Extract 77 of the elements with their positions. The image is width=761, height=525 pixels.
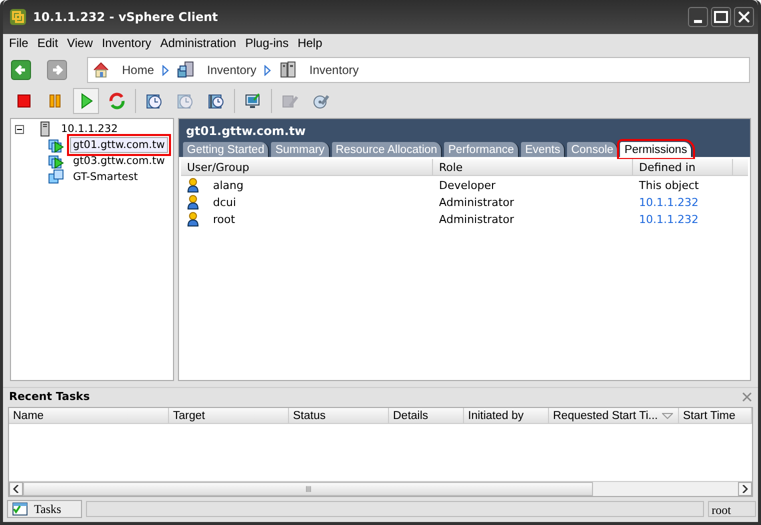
close-button[interactable] <box>734 7 754 27</box>
user-label: root <box>708 501 756 517</box>
column-header[interactable]: Requested Start Ti... <box>549 408 679 423</box>
column-header[interactable]: User/Group <box>181 159 433 176</box>
sort-icon <box>662 412 673 418</box>
server-icon <box>177 61 196 79</box>
column-header[interactable]: Status <box>289 408 389 423</box>
virtual-machine-icon <box>48 153 64 169</box>
table-cell-text: This object <box>638 179 700 192</box>
scroll-left-button[interactable] <box>9 482 23 496</box>
virtual-machine-icon <box>48 137 64 153</box>
stop-icon <box>15 92 33 110</box>
minimize-button[interactable] <box>688 7 708 27</box>
link[interactable]: 10.1.1.232 <box>633 213 733 226</box>
menu-item[interactable]: Edit <box>37 36 58 50</box>
clock-icon <box>176 92 194 110</box>
disc-icon <box>312 92 330 110</box>
table-cell: alang <box>213 179 244 192</box>
clock-icon <box>145 92 163 110</box>
column-header[interactable]: Defined in <box>633 159 733 176</box>
tree-item[interactable]: gt03.gttw.com.tw <box>70 153 168 169</box>
tree-item[interactable]: GT-Smartest <box>70 169 141 185</box>
arrow-left-icon <box>14 64 28 76</box>
close-icon <box>738 11 750 23</box>
window-title: 10.1.1.232 - vSphere Client <box>33 10 219 24</box>
scroll-right-button[interactable] <box>738 482 752 496</box>
toolbar-button[interactable] <box>73 88 99 114</box>
tab[interactable]: Permissions <box>620 142 692 157</box>
menu-item[interactable]: Administration <box>160 36 236 50</box>
column-header[interactable]: Role <box>433 159 633 176</box>
home-icon <box>92 61 110 79</box>
chevron-right-icon <box>742 485 748 493</box>
refresh-icon <box>108 92 126 110</box>
table-cell: dcui <box>213 196 236 209</box>
menu-item[interactable]: Plug-ins <box>245 36 289 50</box>
column-header[interactable]: Target <box>169 408 289 423</box>
monitor-icon <box>244 92 262 110</box>
arrow-right-icon <box>50 64 64 76</box>
column-header[interactable]: Details <box>389 408 464 423</box>
collapse-icon[interactable] <box>15 124 24 134</box>
close-icon[interactable] <box>742 392 752 402</box>
menu-item[interactable]: Inventory <box>102 36 152 50</box>
app-logo-icon <box>9 8 27 26</box>
chevron-icon <box>162 64 170 76</box>
detail-title: gt01.gttw.com.tw <box>185 123 307 140</box>
chevron-icon <box>264 64 272 76</box>
user-icon <box>187 178 199 193</box>
table-cell-text: Administrator <box>438 213 515 226</box>
minimize-icon <box>694 20 702 22</box>
server-icon <box>38 121 52 137</box>
chevron-left-icon <box>13 485 19 493</box>
breadcrumb-link[interactable]: Inventory <box>279 61 359 79</box>
clock-icon <box>207 92 225 110</box>
tree-item[interactable]: gt01.gttw.com.tw <box>70 137 168 153</box>
user-icon <box>187 212 199 227</box>
virtual-machine-icon <box>48 169 64 185</box>
column-header[interactable]: Initiated by <box>464 408 549 423</box>
maximize-icon <box>714 11 728 23</box>
breadcrumb-link[interactable]: Inventory <box>177 61 256 79</box>
maximize-button[interactable] <box>711 7 731 27</box>
table-cell: root <box>213 213 236 226</box>
menu-item[interactable]: Help <box>298 36 322 50</box>
tasks-icon <box>12 501 28 517</box>
panel-title: Recent Tasks <box>9 390 90 403</box>
table-cell-text: Developer <box>438 179 497 192</box>
tree-item[interactable]: 10.1.1.232 <box>58 121 121 137</box>
back-button[interactable] <box>11 60 31 80</box>
link[interactable]: 10.1.1.232 <box>633 196 733 209</box>
column-header[interactable]: Name <box>9 408 169 423</box>
menu-item[interactable]: View <box>67 36 93 50</box>
menu-item[interactable]: File <box>9 36 28 50</box>
column-header[interactable]: Start Time <box>679 408 752 423</box>
server-icon <box>279 61 298 79</box>
user-icon <box>187 195 199 210</box>
table-cell-text: Administrator <box>438 196 515 209</box>
breadcrumb-link[interactable]: Home <box>92 61 154 79</box>
tasks-button[interactable]: Tasks <box>7 500 82 518</box>
